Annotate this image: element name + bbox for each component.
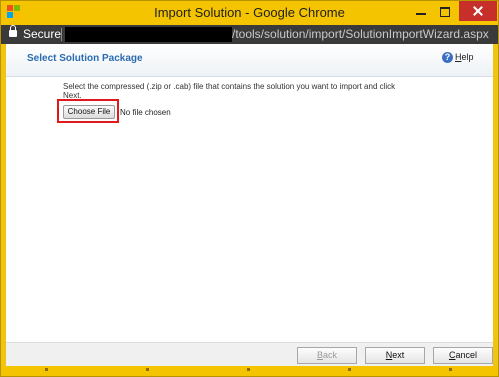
lock-icon	[9, 25, 17, 37]
cancel-rest: ancel	[455, 350, 477, 360]
page-content: Select Solution Package ? Help Select th…	[6, 44, 493, 367]
title-bar[interactable]: Import Solution - Google Chrome	[1, 1, 498, 25]
no-file-status: No file chosen	[120, 108, 171, 117]
secure-label[interactable]: Secure	[23, 27, 61, 41]
resize-grip-dot	[146, 368, 149, 371]
window-bottom-border	[1, 366, 498, 376]
minimize-icon[interactable]	[409, 1, 433, 21]
address-separator	[61, 28, 62, 41]
back-button[interactable]: Back	[297, 347, 357, 364]
next-rest: ext	[392, 350, 405, 360]
url-text[interactable]: /tools/solution/import/SolutionImportWiz…	[232, 27, 489, 41]
browser-window: Import Solution - Google Chrome Secure /…	[0, 0, 499, 377]
address-bar[interactable]: Secure /tools/solution/import/SolutionIm…	[1, 25, 498, 44]
maximize-icon[interactable]	[433, 1, 457, 21]
help-icon[interactable]: ?	[442, 52, 453, 63]
resize-grip-dot	[348, 368, 351, 371]
resize-grip-dot	[247, 368, 250, 371]
wizard-footer: Back Next Cancel	[6, 342, 493, 367]
next-button[interactable]: Next	[365, 347, 425, 364]
help-link[interactable]: Help	[455, 52, 474, 62]
redacted-url-segment	[65, 27, 232, 42]
close-icon[interactable]	[459, 1, 497, 21]
choose-file-button[interactable]: Choose File	[63, 105, 115, 119]
wizard-header: Select Solution Package ? Help	[6, 44, 493, 77]
help-link-rest: elp	[461, 52, 474, 62]
page-title: Select Solution Package	[27, 53, 143, 64]
resize-grip-dot	[449, 368, 452, 371]
instructions-text: Select the compressed (.zip or .cab) fil…	[63, 82, 396, 100]
cancel-button[interactable]: Cancel	[433, 347, 493, 364]
resize-grip-dot	[45, 368, 48, 371]
back-rest: ack	[323, 350, 338, 360]
